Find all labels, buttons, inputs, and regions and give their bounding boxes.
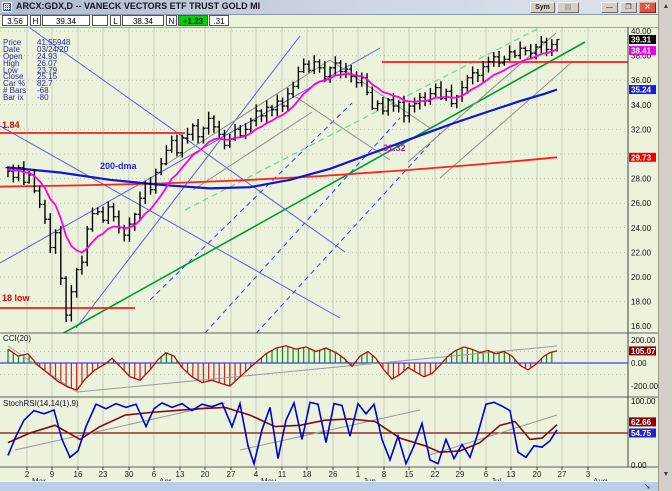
date-tick-label: 29 (456, 470, 465, 479)
scroll-down-icon[interactable]: ▼ (661, 470, 671, 480)
axis-tick-label: 26.00 (631, 199, 652, 208)
data-window-tooltip: Price41.55948Date03/24/20Open24.93High26… (3, 40, 115, 102)
quote-low-field[interactable]: 38.34 (122, 15, 164, 26)
date-tick-label: 3 (586, 470, 591, 479)
app-icon (2, 2, 12, 12)
axis-value-badge: 54.75 (631, 429, 652, 438)
date-tick-label: 26 (329, 470, 338, 479)
chart-annotation-label: 18 low (2, 293, 31, 303)
quote-blank-field[interactable] (92, 15, 108, 26)
date-tick-label: 6 (152, 470, 157, 479)
axis-tick-label: 0.00 (631, 461, 647, 470)
date-tick-label: 27 (227, 470, 236, 479)
quote-low-label: L (110, 15, 121, 26)
axis-tick-label: 18.00 (631, 298, 652, 307)
stochrsi-label: StochRSI(14,14(1),9) (3, 399, 79, 408)
date-tick-label: 6 (484, 470, 489, 479)
axis-tick-label: 36.00 (631, 76, 652, 85)
axis-tick-label: -200.00 (631, 382, 658, 391)
quote-net-label: N (166, 15, 177, 26)
axis-value-badge: 105.07 (631, 347, 656, 356)
resize-handle-icon[interactable]: ➘ (644, 482, 651, 491)
date-tick-label: 20 (201, 470, 210, 479)
data-window-row: Open24.93 (3, 54, 115, 61)
date-tick-label: 13 (176, 470, 185, 479)
data-window-row: Bar ix-80 (3, 95, 115, 102)
date-tick-label: 20 (533, 470, 542, 479)
chart-window: ARCX:GDX,D -- VANECK VECTORS ETF TRUST G… (0, 0, 672, 491)
window-title: ARCX:GDX,D -- VANECK VECTORS ETF TRUST G… (16, 1, 260, 11)
bottom-status-strip: ➘ (0, 481, 658, 491)
date-tick-label: 22 (431, 470, 440, 479)
chart-annotation-label: 1.84 (2, 120, 20, 130)
chart-annotation-label: 31.32 (383, 143, 406, 153)
date-tick-label: 11 (278, 470, 287, 479)
quote-net-change-badge: +1.23 (178, 15, 208, 26)
axis-value-badge: 38.41 (631, 47, 652, 56)
date-tick-label: 1 (356, 470, 361, 479)
quote-high-label: H (30, 15, 41, 26)
date-tick-label: 9 (50, 470, 55, 479)
axis-value-badge: 39.31 (631, 35, 652, 44)
quote-pct-field: .31 (209, 15, 229, 26)
axis-tick-label: 0.00 (631, 359, 647, 368)
maximize-button[interactable]: ❒ (620, 2, 637, 13)
date-tick-label: 2 (25, 470, 30, 479)
data-window-row: High26.07 (3, 61, 115, 68)
date-tick-label: 8 (382, 470, 387, 479)
axis-value-badge: 62.66 (631, 418, 652, 427)
close-button[interactable]: ✕ (639, 2, 656, 13)
chart-annotation-label: 200-dma (100, 161, 138, 171)
date-tick-label: 27 (558, 470, 567, 479)
date-tick-label: 30 (125, 470, 134, 479)
quote-last-field[interactable]: 3.56 (2, 15, 28, 26)
axis-tick-label: 16.00 (631, 322, 652, 331)
axis-tick-label: 100.00 (631, 397, 656, 406)
scroll-up-icon[interactable]: ▲ (661, 2, 671, 12)
axis-tick-label: 28.00 (631, 175, 652, 184)
date-tick-label: 23 (99, 470, 108, 479)
axis-tick-label: 34.00 (631, 101, 652, 110)
axis-tick-label: 22.00 (631, 248, 652, 257)
date-tick-label: 18 (303, 470, 312, 479)
date-tick-label: 4 (254, 470, 259, 479)
axis-tick-label: 200.00 (631, 336, 656, 345)
title-bar[interactable]: ARCX:GDX,D -- VANECK VECTORS ETF TRUST G… (0, 0, 658, 15)
chart-tool-button[interactable]: ▤ (557, 2, 579, 13)
axis-tick-label: 32.00 (631, 125, 652, 134)
axis-value-badge: 29.73 (631, 153, 652, 162)
sym-button[interactable]: Sym (530, 2, 555, 13)
cci-label: CCI(20) (3, 334, 31, 343)
date-tick-label: 13 (507, 470, 516, 479)
date-tick-label: 16 (74, 470, 83, 479)
minimize-button[interactable]: — (601, 2, 618, 13)
axis-tick-label: 20.00 (631, 273, 652, 282)
axis-tick-label: 24.00 (631, 224, 652, 233)
axis-value-badge: 35.24 (631, 86, 652, 95)
vertical-scrollbar[interactable]: ▲ ▼ (658, 0, 672, 491)
date-tick-label: 15 (405, 470, 414, 479)
quote-high-field[interactable]: 39.34 (42, 15, 90, 26)
